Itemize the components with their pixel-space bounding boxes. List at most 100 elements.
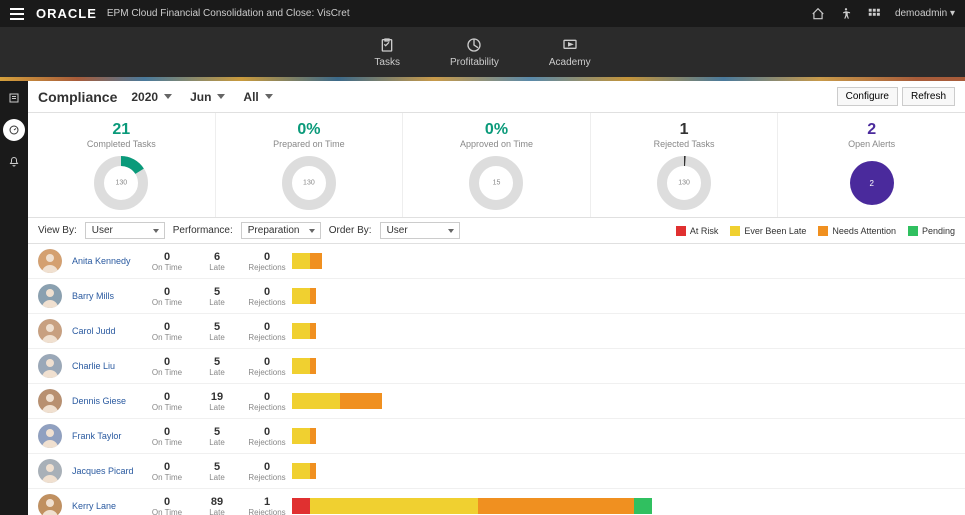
kpi-card[interactable]: 1 Rejected Tasks 130 xyxy=(591,113,779,217)
stat-late: 5Late xyxy=(192,286,242,307)
profitability-icon xyxy=(465,37,483,53)
avatar xyxy=(38,249,62,273)
caret-icon xyxy=(265,94,273,99)
filter-month[interactable]: Jun xyxy=(186,88,229,106)
legend-swatch xyxy=(818,226,828,236)
stat-ontime: 0On Time xyxy=(142,496,192,515)
bar-segment xyxy=(292,323,310,339)
user-row: Dennis Giese 0On Time 19Late 0Rejections xyxy=(28,384,965,419)
legend: At RiskEver Been LateNeeds AttentionPend… xyxy=(676,226,955,236)
performance-bar xyxy=(292,463,955,479)
legend-label: Ever Been Late xyxy=(744,226,806,236)
grid-icon[interactable] xyxy=(867,7,881,21)
avatar xyxy=(38,494,62,515)
kpi-value: 0% xyxy=(407,121,586,139)
stat-late: 19Late xyxy=(192,391,242,412)
performance-select[interactable]: Preparation xyxy=(241,222,321,239)
filter-scope[interactable]: All xyxy=(239,88,276,106)
user-name-link[interactable]: Barry Mills xyxy=(72,291,142,301)
tasks-icon xyxy=(378,37,396,53)
stat-late: 89Late xyxy=(192,496,242,515)
nav-tasks-label: Tasks xyxy=(374,57,400,68)
stat-rejections: 0Rejections xyxy=(242,391,292,412)
performance-bar xyxy=(292,358,955,374)
kpi-donut: 130 xyxy=(656,155,712,211)
stat-ontime: 0On Time xyxy=(142,251,192,272)
stat-rejections: 0Rejections xyxy=(242,461,292,482)
bar-segment xyxy=(634,498,652,514)
oracle-logo: ORACLE xyxy=(36,6,97,21)
legend-item: At Risk xyxy=(676,226,719,236)
user-name-link[interactable]: Carol Judd xyxy=(72,326,142,336)
kpi-card[interactable]: 2 Open Alerts 2 xyxy=(778,113,965,217)
kpi-value: 1 xyxy=(595,121,774,139)
legend-swatch xyxy=(676,226,686,236)
bar-segment xyxy=(292,393,340,409)
user-name-link[interactable]: Frank Taylor xyxy=(72,431,142,441)
page-title: Compliance xyxy=(38,89,117,105)
stat-late: 5Late xyxy=(192,461,242,482)
filter-year[interactable]: 2020 xyxy=(127,88,176,106)
user-row: Kerry Lane 0On Time 89Late 1Rejections xyxy=(28,489,965,515)
list-icon xyxy=(8,92,20,104)
accessibility-icon[interactable] xyxy=(839,7,853,21)
stat-ontime: 0On Time xyxy=(142,321,192,342)
filter-bar: Compliance 2020 Jun All Configure Refres… xyxy=(28,81,965,113)
kpi-card[interactable]: 0% Approved on Time 15 xyxy=(403,113,591,217)
caret-icon xyxy=(217,94,225,99)
user-row: Anita Kennedy 0On Time 6Late 0Rejections xyxy=(28,244,965,279)
avatar xyxy=(38,354,62,378)
nav-tasks[interactable]: Tasks xyxy=(374,37,400,68)
kpi-card[interactable]: 0% Prepared on Time 130 xyxy=(216,113,404,217)
bar-segment xyxy=(310,463,316,479)
stat-ontime: 0On Time xyxy=(142,356,192,377)
user-name-link[interactable]: Dennis Giese xyxy=(72,396,142,406)
legend-swatch xyxy=(908,226,918,236)
kpi-donut: 130 xyxy=(93,155,149,211)
bar-segment xyxy=(310,428,316,444)
configure-button[interactable]: Configure xyxy=(837,87,898,106)
user-name-link[interactable]: Anita Kennedy xyxy=(72,256,142,266)
bar-segment xyxy=(310,498,478,514)
user-row: Charlie Liu 0On Time 5Late 0Rejections xyxy=(28,349,965,384)
global-header: ORACLE EPM Cloud Financial Consolidation… xyxy=(0,0,965,27)
refresh-button[interactable]: Refresh xyxy=(902,87,955,106)
nav-profitability[interactable]: Profitability xyxy=(450,37,499,68)
nav-profitability-label: Profitability xyxy=(450,57,499,68)
user-name-link[interactable]: Jacques Picard xyxy=(72,466,142,476)
stat-late: 5Late xyxy=(192,356,242,377)
product-name: EPM Cloud Financial Consolidation and Cl… xyxy=(107,8,350,19)
legend-item: Needs Attention xyxy=(818,226,896,236)
stat-ontime: 0On Time xyxy=(142,426,192,447)
performance-bar xyxy=(292,428,955,444)
kpi-card[interactable]: 21 Completed Tasks 130 xyxy=(28,113,216,217)
user-menu[interactable]: demoadmin ▾ xyxy=(895,8,955,19)
rail-item-dashboard[interactable] xyxy=(3,119,25,141)
left-rail xyxy=(0,81,28,515)
performance-bar xyxy=(292,288,955,304)
kpi-value: 2 xyxy=(782,121,961,139)
menu-icon[interactable] xyxy=(10,8,24,20)
kpi-value: 0% xyxy=(220,121,399,139)
user-name-link[interactable]: Kerry Lane xyxy=(72,501,142,511)
user-row: Carol Judd 0On Time 5Late 0Rejections xyxy=(28,314,965,349)
viewby-select[interactable]: User xyxy=(85,222,165,239)
user-list[interactable]: Anita Kennedy 0On Time 6Late 0Rejections… xyxy=(28,244,965,515)
kpi-donut: 130 xyxy=(281,155,337,211)
kpi-label: Approved on Time xyxy=(407,139,586,149)
avatar xyxy=(38,284,62,308)
user-name-link[interactable]: Charlie Liu xyxy=(72,361,142,371)
kpi-label: Open Alerts xyxy=(782,139,961,149)
stat-rejections: 0Rejections xyxy=(242,356,292,377)
rail-item-worklist[interactable] xyxy=(3,87,25,109)
orderby-label: Order By: xyxy=(329,225,372,236)
home-icon[interactable] xyxy=(811,7,825,21)
stat-ontime: 0On Time xyxy=(142,286,192,307)
user-row: Frank Taylor 0On Time 5Late 0Rejections xyxy=(28,419,965,454)
orderby-select[interactable]: User xyxy=(380,222,460,239)
kpi-donut: 15 xyxy=(468,155,524,211)
nav-academy[interactable]: Academy xyxy=(549,37,591,68)
stat-rejections: 0Rejections xyxy=(242,426,292,447)
kpi-label: Completed Tasks xyxy=(32,139,211,149)
rail-item-alerts[interactable] xyxy=(3,151,25,173)
